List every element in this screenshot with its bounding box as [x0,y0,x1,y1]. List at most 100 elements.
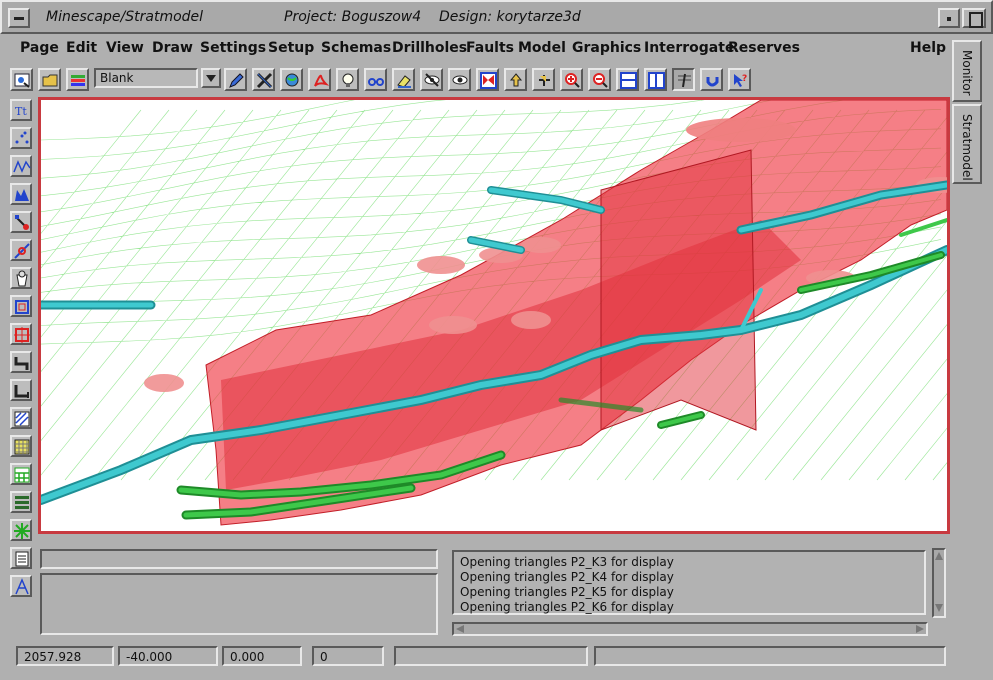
minimize-button[interactable] [938,8,960,28]
tab-stratmodel[interactable]: Stratmodel [952,104,982,184]
chevron-down-icon [206,75,216,82]
menu-draw[interactable]: Draw [152,40,193,56]
menu-help[interactable]: Help [910,40,946,56]
fill-tool-button[interactable] [10,183,32,205]
globe-button[interactable] [280,68,303,91]
stack-tool-icon [15,496,29,509]
vertical-split-button[interactable] [644,68,667,91]
log-vertical-scrollbar[interactable] [932,548,946,618]
layer-select[interactable]: Blank [94,68,198,88]
design-label: Design: korytarze3d [439,9,581,25]
bracket-tool-button[interactable] [10,379,32,401]
menu-edit[interactable]: Edit [66,40,97,56]
status-count: 0 [312,646,384,666]
pencil-button[interactable] [224,68,247,91]
layer-select-arrow[interactable] [201,68,221,88]
window-menu-button[interactable] [8,8,30,28]
status-field-6 [594,646,946,666]
grid-alt-tool-button[interactable] [10,463,32,485]
menu-graphics[interactable]: Graphics [572,40,641,56]
graphics-viewport[interactable] [38,97,950,534]
section-button[interactable] [672,68,695,91]
zoom-in-button[interactable] [560,68,583,91]
upload-icon [509,73,523,87]
menu-setup[interactable]: Setup [268,40,314,56]
horizontal-split-button[interactable] [616,68,639,91]
menu-reserves[interactable]: Reserves [728,40,800,56]
undo-button[interactable] [700,68,723,91]
grid-tool-icon [14,439,30,455]
fault-tool-button[interactable] [10,239,32,261]
open-plot-icon [14,73,30,88]
tab-stratmodel-label: Stratmodel [960,114,974,181]
command-area[interactable] [40,573,438,635]
project-label: Project: Boguszow4 [284,9,422,25]
menu-interrogate[interactable]: Interrogate [644,40,734,56]
text-tool-icon: Tt [15,105,27,118]
menu-schemas[interactable]: Schemas [321,40,391,56]
box-select-tool-button[interactable] [10,323,32,345]
box-tool-button[interactable] [10,295,32,317]
tab-monitor-label: Monitor [960,50,974,96]
log-horizontal-scrollbar[interactable] [452,622,928,636]
pdf-button[interactable] [308,68,331,91]
menu-drillholes[interactable]: Drillholes [392,40,467,56]
help-pointer-button[interactable]: ? [728,68,751,91]
line-tool-button[interactable] [10,155,32,177]
maximize-button[interactable] [962,8,986,28]
globe-icon [285,73,299,87]
eye-button[interactable] [448,68,471,91]
fill-tool-icon [15,189,29,201]
corner-tool-icon [14,357,29,370]
hatch-tool-button[interactable] [10,407,32,429]
model-3d-scene[interactable] [41,100,947,531]
zoom-out-button[interactable] [588,68,611,91]
grid-tool-button[interactable] [10,435,32,457]
axis-tool-button[interactable] [10,575,32,597]
svg-text:Tt: Tt [15,105,27,118]
layers-icon [71,75,85,86]
frame-button[interactable] [476,68,499,91]
lightbulb-button[interactable] [336,68,359,91]
open-plot-button[interactable] [10,68,33,91]
bracket-tool-icon [14,385,29,398]
pan-button[interactable] [532,68,555,91]
menu-settings[interactable]: Settings [200,40,266,56]
zoom-in-icon [565,73,580,88]
eraser-button[interactable] [392,68,415,91]
glasses-icon [368,78,384,86]
vertical-split-icon [648,72,665,89]
points-tool-icon [15,131,29,144]
menu-faults[interactable]: Faults [466,40,514,56]
points-tool-button[interactable] [10,127,32,149]
upload-button[interactable] [504,68,527,91]
menu-bar: Page Edit View Draw Settings Setup Schem… [8,34,948,62]
bucket-tool-button[interactable] [10,267,32,289]
text-tool-button[interactable]: Tt [10,99,32,121]
log-line: Opening triangles P2_K3 for display [460,555,674,569]
log-line: Opening triangles P2_K5 for display [460,585,674,599]
status-y-coordinate: -40.000 [118,646,218,666]
drillhole-tool-button[interactable] [10,211,32,233]
open-folder-button[interactable] [38,68,61,91]
document-tool-button[interactable] [10,547,32,569]
glasses-button[interactable] [364,68,387,91]
tab-monitor[interactable]: Monitor [952,40,982,102]
hide-eye-button[interactable] [420,68,443,91]
prompt-field[interactable] [40,549,438,569]
menu-model[interactable]: Model [518,40,566,56]
menu-page[interactable]: Page [20,40,59,56]
status-x-coordinate: 2057.928 [16,646,114,666]
axis-tool-icon [15,578,29,595]
layers-button[interactable] [66,68,89,91]
minus-icon [14,17,24,20]
fault-tool-icon [14,243,30,259]
menu-view[interactable]: View [106,40,144,56]
cross-tools-button[interactable] [252,68,275,91]
zoom-out-icon [593,73,608,88]
star-tool-button[interactable] [10,519,32,541]
corner-tool-button[interactable] [10,351,32,373]
document-tool-icon [15,551,29,567]
undo-icon [706,77,719,87]
stack-tool-button[interactable] [10,491,32,513]
